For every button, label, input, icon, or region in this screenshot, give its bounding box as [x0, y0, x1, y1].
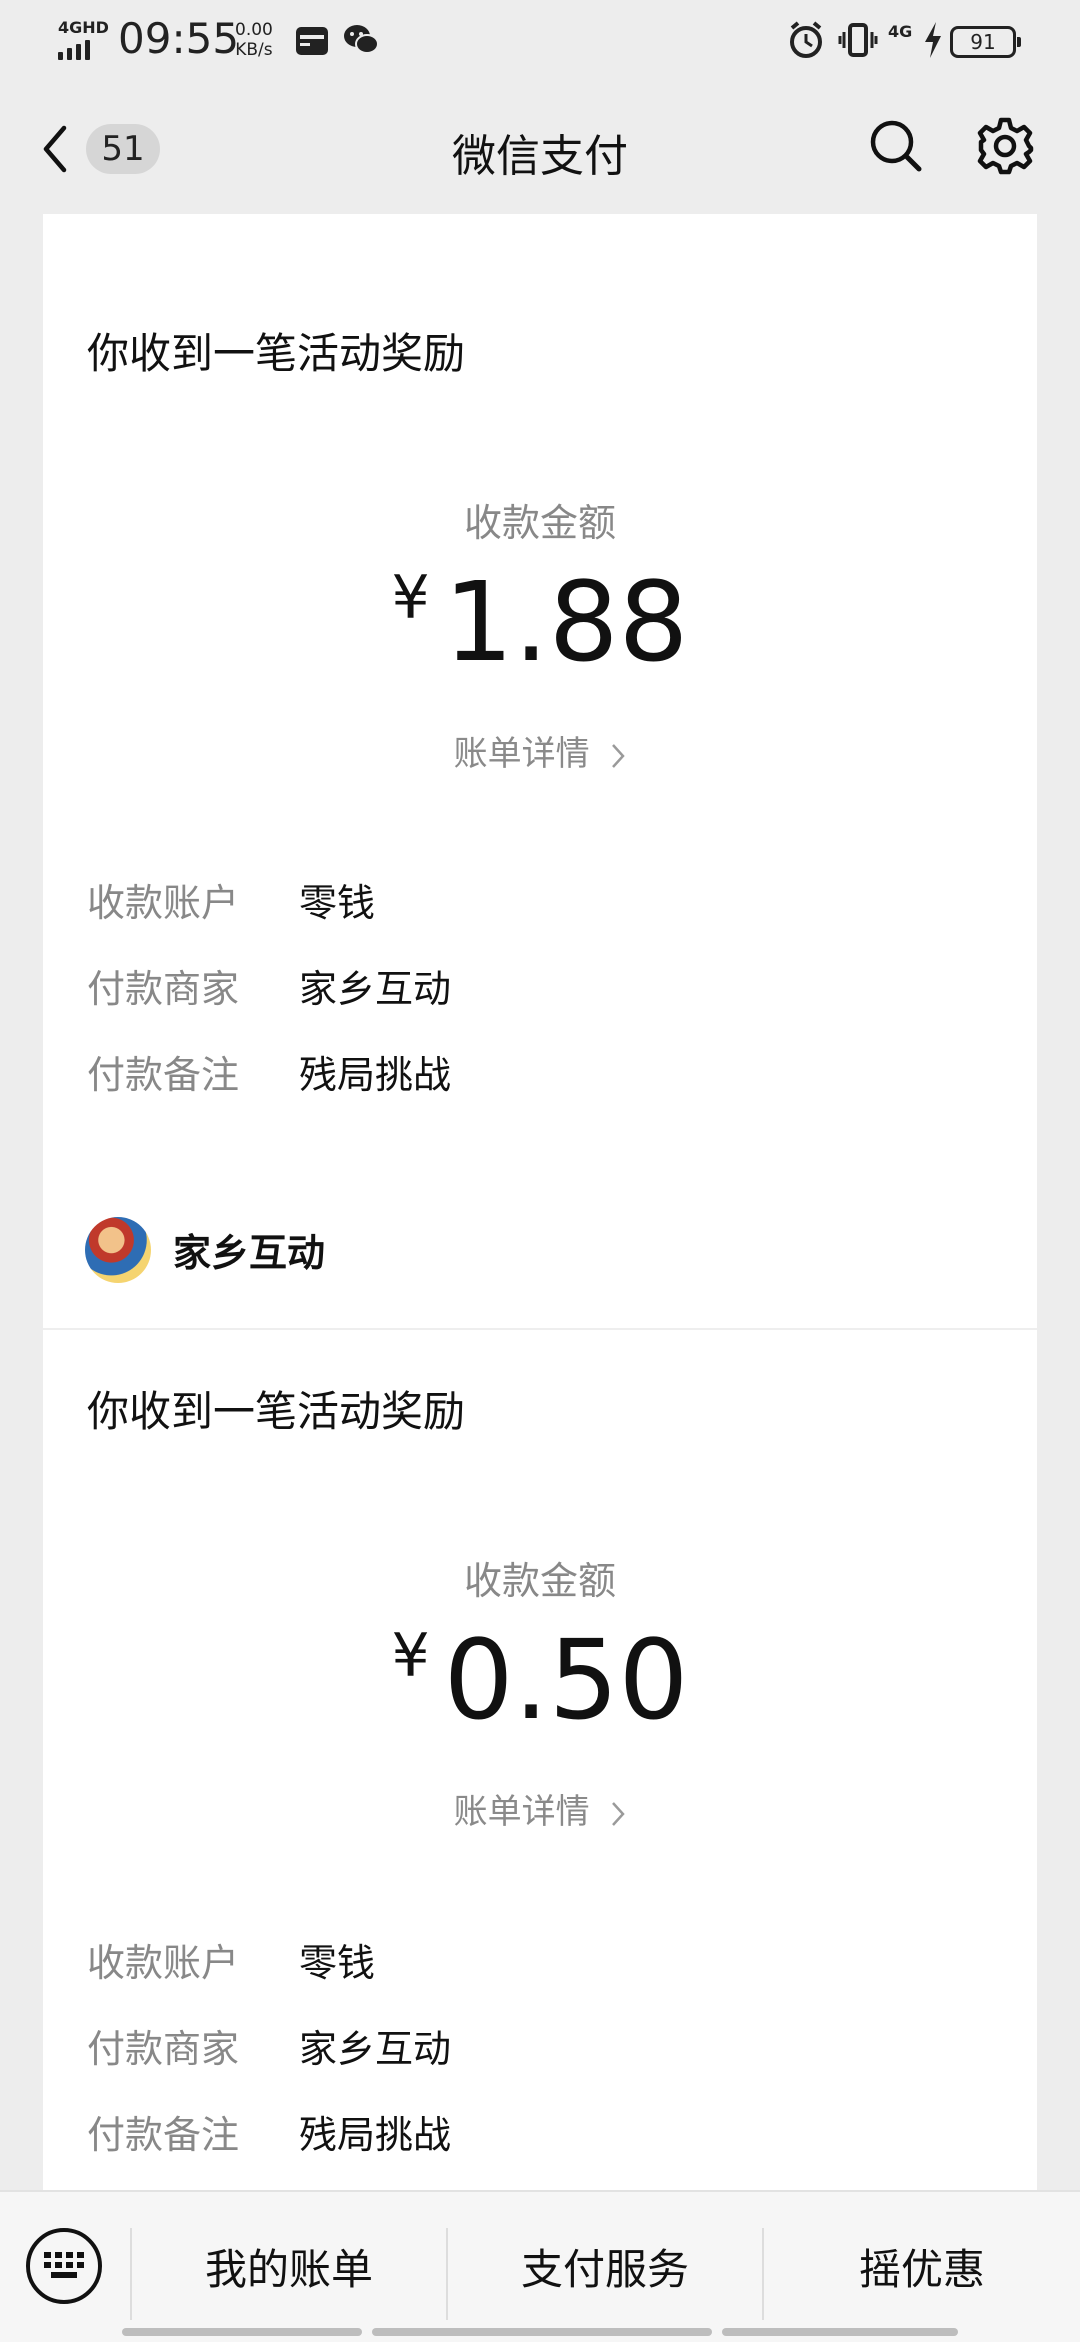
- gesture-bar: [372, 2328, 712, 2336]
- info-value: 家乡互动: [299, 967, 452, 1011]
- menu-payment-services[interactable]: 支付服务: [448, 2220, 762, 2320]
- info-row: 收款账户 零钱: [87, 1932, 375, 1985]
- battery-indicator: 91: [950, 26, 1021, 58]
- vibrate-icon: [838, 23, 878, 57]
- info-row: 付款备注 残局挑战: [87, 1044, 451, 1097]
- payment-card: 家乡互动 你收到一笔活动奖励 收款金额 ¥0.50 账单详情 收款账户 零钱 付款…: [43, 1172, 1037, 2190]
- info-key: 付款备注: [87, 2113, 240, 2157]
- gesture-bar: [122, 2328, 362, 2336]
- bottom-menu: 我的账单 支付服务 摇优惠: [0, 2190, 1080, 2342]
- clock: 09:55: [118, 14, 240, 63]
- bill-detail-link[interactable]: 账单详情: [43, 1784, 1037, 1833]
- network-type: 4GHD: [58, 18, 109, 37]
- merchant-avatar: [85, 1217, 151, 1283]
- status-bar: 4GHD 09:55 0.00 KB/s 4G 91: [0, 0, 1080, 84]
- mobile-data: 4G: [888, 22, 913, 41]
- gear-icon[interactable]: [975, 116, 1035, 176]
- info-key: 收款账户: [87, 1941, 240, 1985]
- info-value: 零钱: [299, 881, 376, 925]
- amount-label: 收款金额: [463, 1559, 616, 1603]
- speed-unit: KB/s: [235, 40, 273, 60]
- info-key: 付款商家: [87, 2027, 240, 2071]
- amount: ¥1.88: [43, 558, 1037, 686]
- card-icon: [296, 27, 328, 55]
- bill-detail-link[interactable]: 账单详情: [43, 726, 1037, 775]
- currency-symbol: ¥: [391, 563, 430, 633]
- network-speed: 0.00 KB/s: [235, 20, 273, 60]
- gesture-bar: [722, 2328, 958, 2336]
- message-title: 你收到一笔活动奖励: [87, 1387, 466, 1436]
- merchant-name: 家乡互动: [173, 1231, 326, 1275]
- info-key: 付款商家: [87, 967, 240, 1011]
- info-row: 付款备注 残局挑战: [87, 2104, 451, 2157]
- info-value: 残局挑战: [299, 2113, 452, 2157]
- chevron-right-icon: [612, 743, 626, 768]
- amount-value: 1.88: [443, 558, 689, 686]
- bill-detail-label: 账单详情: [453, 1792, 590, 1832]
- alarm-icon: [790, 21, 822, 58]
- menu-shake-deals[interactable]: 摇优惠: [764, 2220, 1080, 2320]
- info-row: 付款商家 家乡互动: [87, 958, 451, 1011]
- currency-symbol: ¥: [391, 1621, 430, 1691]
- wechat-icon: [344, 25, 379, 54]
- charging-icon: [925, 22, 941, 58]
- amount-label: 收款金额: [463, 501, 616, 545]
- search-icon[interactable]: [868, 118, 924, 174]
- keyboard-toggle-button[interactable]: [26, 2228, 102, 2304]
- message-list[interactable]: 你收到一笔活动奖励 收款金额 ¥1.88 账单详情 收款账户 零钱 付款商家 家乡互…: [0, 214, 1080, 2190]
- keyboard-icon: [44, 2252, 84, 2278]
- message-title: 你收到一笔活动奖励: [87, 329, 466, 378]
- merchant-header[interactable]: 家乡互动: [43, 1172, 1037, 1330]
- info-row: 收款账户 零钱: [87, 872, 375, 925]
- info-row: 付款商家 家乡互动: [87, 2018, 451, 2071]
- info-key: 付款备注: [87, 1053, 240, 1097]
- amount: ¥0.50: [43, 1616, 1037, 1744]
- bill-detail-label: 账单详情: [453, 734, 590, 774]
- info-value: 残局挑战: [299, 1053, 452, 1097]
- signal-icon: 4GHD: [58, 18, 109, 60]
- header: 51 微信支付: [0, 84, 1080, 214]
- speed-value: 0.00: [235, 20, 273, 40]
- menu-my-bills[interactable]: 我的账单: [132, 2220, 446, 2320]
- amount-value: 0.50: [443, 1616, 689, 1744]
- info-value: 零钱: [299, 1941, 376, 1985]
- info-value: 家乡互动: [299, 2027, 452, 2071]
- info-key: 收款账户: [87, 881, 240, 925]
- chevron-right-icon: [612, 1801, 626, 1826]
